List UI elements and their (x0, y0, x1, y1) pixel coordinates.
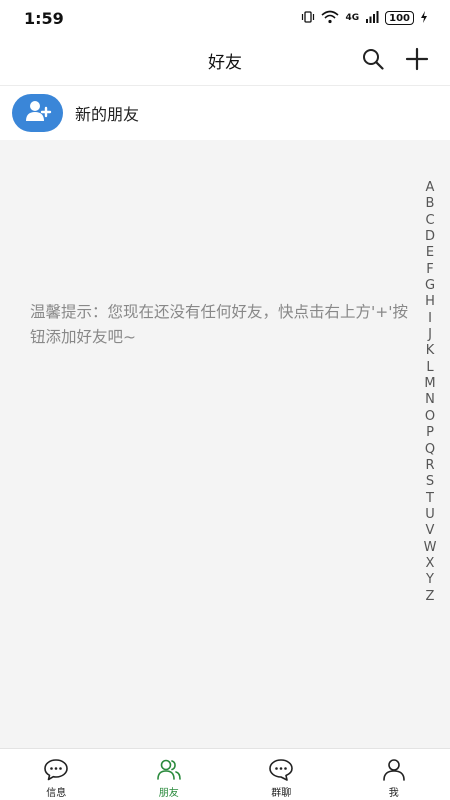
bottom-tab-bar: 信息 朋友 群聊 我 (0, 748, 450, 800)
friends-icon (156, 758, 182, 782)
tab-label: 我 (388, 788, 399, 799)
index-letter-y[interactable]: Y (426, 572, 434, 588)
tab-label: 信息 (46, 788, 67, 799)
battery-indicator: 100 (385, 11, 414, 25)
index-letter-z[interactable]: Z (426, 589, 435, 605)
index-letter-l[interactable]: L (426, 360, 433, 376)
index-letter-k[interactable]: K (426, 343, 435, 359)
page-title: 好友 (208, 53, 242, 73)
person-icon (381, 758, 407, 782)
search-button[interactable] (360, 48, 386, 74)
status-bar: 1:59 4G 100 (0, 0, 450, 36)
index-letter-d[interactable]: D (425, 229, 435, 245)
add-friend-button[interactable] (404, 47, 430, 75)
index-letter-e[interactable]: E (426, 245, 434, 261)
index-letter-x[interactable]: X (426, 556, 435, 572)
add-user-icon (24, 99, 52, 127)
index-letter-p[interactable]: P (426, 425, 434, 441)
tab-messages[interactable]: 信息 (0, 749, 113, 800)
plus-icon (405, 47, 429, 75)
index-letter-h[interactable]: H (425, 294, 435, 310)
chat-bubble-icon (43, 758, 69, 782)
index-letter-b[interactable]: B (426, 196, 435, 212)
friends-list-area: 温馨提示：您现在还没有任何好友，快点击右上方'+'按钮添加好友吧~ ABCDEF… (0, 140, 450, 748)
wifi-icon (321, 10, 339, 27)
status-icons: 4G 100 (301, 10, 428, 27)
tab-friends[interactable]: 朋友 (113, 749, 226, 800)
tab-group-chat[interactable]: 群聊 (225, 749, 338, 800)
tab-label: 朋友 (158, 788, 179, 799)
index-letter-r[interactable]: R (425, 458, 434, 474)
index-letter-u[interactable]: U (425, 507, 435, 523)
index-letter-t[interactable]: T (426, 491, 434, 507)
index-letter-q[interactable]: Q (425, 442, 435, 458)
index-letter-s[interactable]: S (426, 474, 434, 490)
status-time: 1:59 (24, 8, 64, 28)
new-friend-row[interactable]: 新的朋友 (0, 86, 450, 140)
group-chat-icon (268, 758, 294, 782)
index-letter-f[interactable]: F (426, 262, 433, 278)
search-icon (361, 47, 385, 75)
new-friend-label: 新的朋友 (75, 105, 140, 124)
index-letter-j[interactable]: J (428, 327, 432, 343)
tab-me[interactable]: 我 (338, 749, 450, 800)
index-letter-m[interactable]: M (424, 376, 435, 392)
index-letter-n[interactable]: N (425, 392, 435, 408)
app-header: 好友 (0, 36, 450, 86)
index-letter-c[interactable]: C (425, 213, 434, 229)
empty-tip: 温馨提示：您现在还没有任何好友，快点击右上方'+'按钮添加好友吧~ (30, 303, 409, 346)
tab-label: 群聊 (271, 788, 292, 799)
index-letter-v[interactable]: V (426, 523, 435, 539)
index-letter-w[interactable]: W (424, 540, 437, 556)
index-letter-g[interactable]: G (425, 278, 435, 294)
signal-icon (365, 10, 379, 27)
avatar (12, 94, 63, 132)
index-letter-i[interactable]: I (428, 311, 432, 327)
vibrate-icon (301, 10, 315, 27)
charging-icon (420, 10, 428, 26)
header-actions (360, 36, 430, 86)
network-type: 4G (345, 13, 360, 23)
index-letter-o[interactable]: O (425, 409, 435, 425)
alphabet-index[interactable]: ABCDEFGHIJKLMNOPQRSTUVWXYZ (423, 180, 437, 605)
index-letter-a[interactable]: A (426, 180, 435, 196)
